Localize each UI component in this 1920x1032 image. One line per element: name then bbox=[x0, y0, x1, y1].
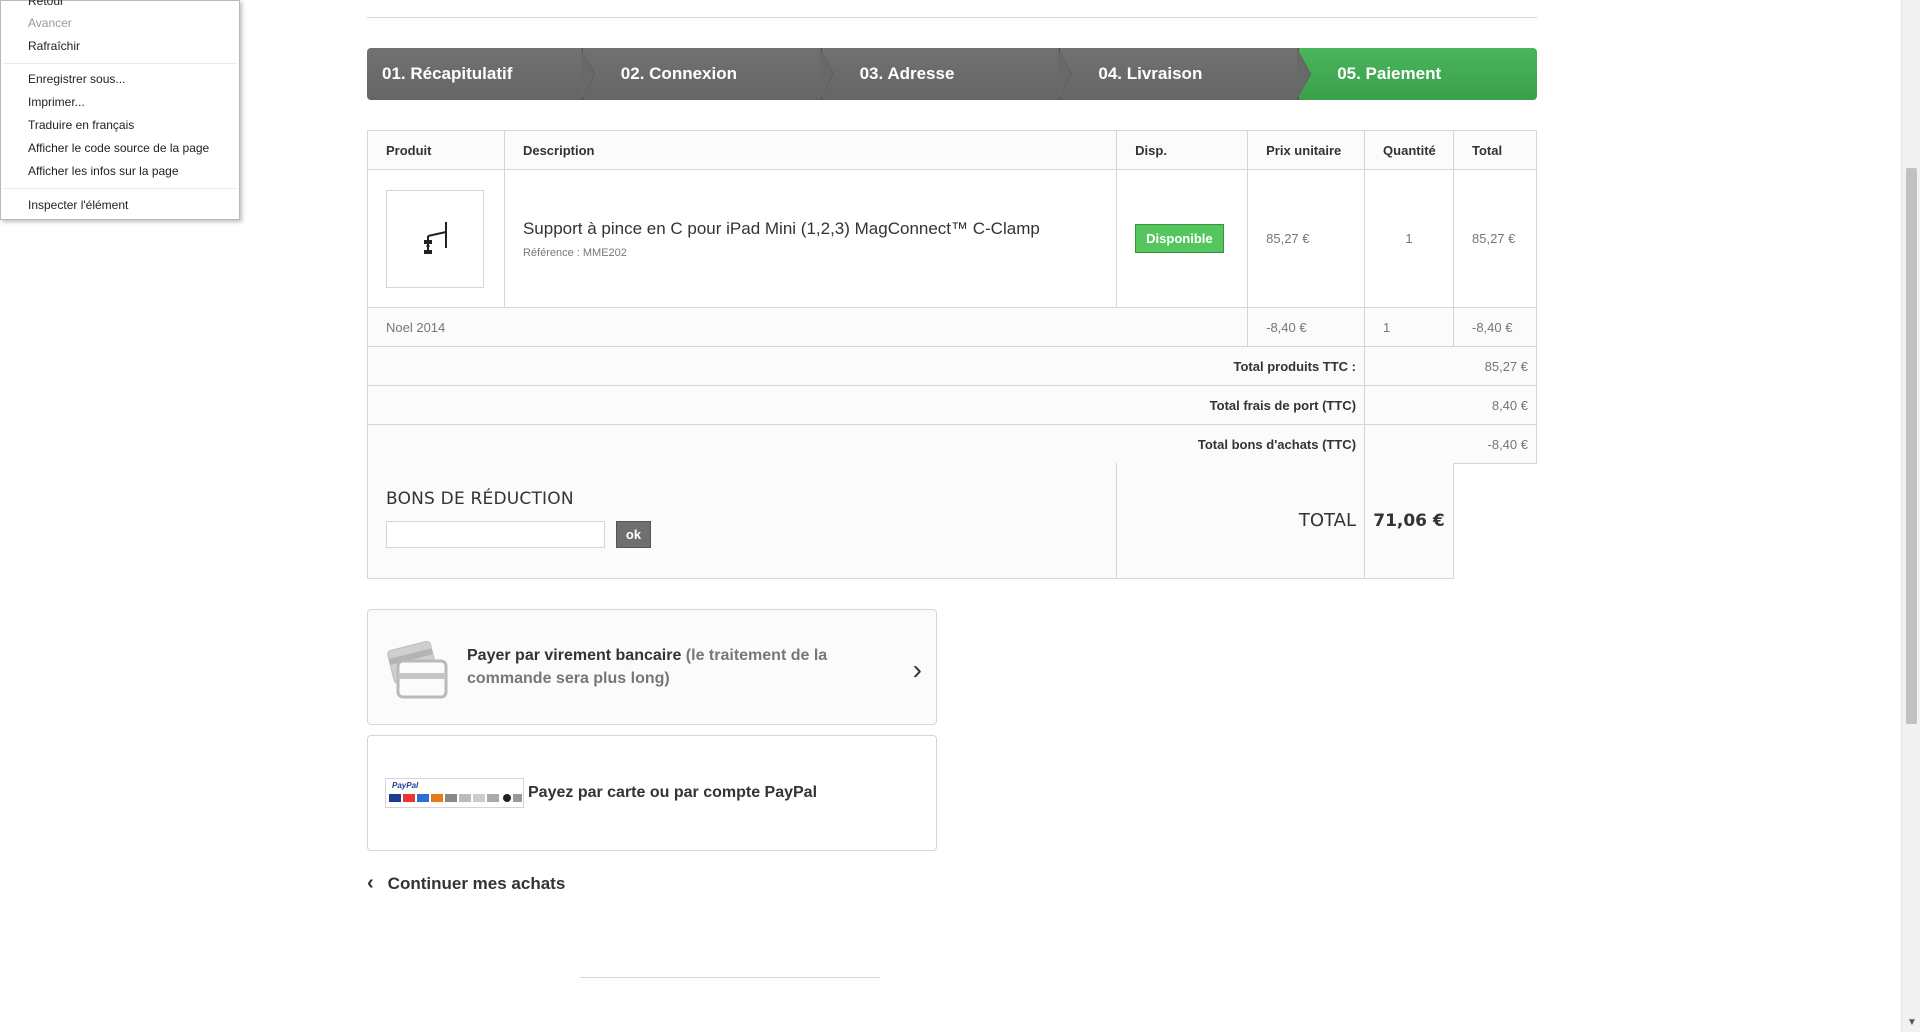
bankwire-main-text: Payer par virement bancaire bbox=[467, 647, 682, 664]
checkout-page: 01. Récapitulatif 02. Connexion 03. Adre… bbox=[0, 0, 1920, 1032]
chevron-right-icon: › bbox=[912, 654, 922, 685]
total-shipping-value: 8,40 € bbox=[1364, 385, 1537, 425]
context-menu-item-forward: Avancer bbox=[28, 16, 72, 30]
step-address[interactable]: 03. Adresse bbox=[821, 48, 1073, 100]
voucher-title: BONS DE RÉDUCTION bbox=[386, 489, 574, 509]
cart-summary-table: Produit Description Disp. Prix unitaire … bbox=[366, 130, 1537, 464]
header-product: Produit bbox=[367, 130, 505, 170]
bankwire-payment-option[interactable]: Payer par virement bancaire (le traiteme… bbox=[367, 609, 937, 725]
total-products-value: 85,27 € bbox=[1364, 346, 1537, 386]
step-label: 05. Paiement bbox=[1337, 64, 1442, 83]
step-login[interactable]: 02. Connexion bbox=[582, 48, 834, 100]
total-vouchers-label: Total bons d'achats (TTC) bbox=[366, 424, 1366, 464]
context-menu-item-back[interactable]: Retour bbox=[28, 0, 64, 9]
step-label: 04. Livraison bbox=[1098, 64, 1203, 83]
header-unit-price: Prix unitaire bbox=[1247, 130, 1366, 170]
total-products-label: Total produits TTC : bbox=[366, 346, 1366, 386]
total-vouchers-row: Total bons d'achats (TTC) -8,40 € bbox=[366, 424, 1537, 464]
paypal-label: Payez par carte ou par compte PayPal bbox=[528, 784, 818, 801]
product-description-cell: Support à pince en C pour iPad Mini (1,2… bbox=[503, 169, 1118, 308]
product-name-link[interactable]: Support à pince en C pour iPad Mini (1,2… bbox=[523, 219, 1116, 239]
voucher-form: ok bbox=[386, 521, 1098, 548]
voucher-total-block: BONS DE RÉDUCTION ok TOTAL 71,06 € bbox=[367, 463, 1454, 579]
header-description: Description bbox=[503, 130, 1118, 170]
page-scrollbar[interactable]: ▼ bbox=[1901, 0, 1920, 1032]
total-cell: 85,27 € bbox=[1453, 169, 1537, 308]
grand-total-label: TOTAL bbox=[1117, 463, 1365, 579]
header-quantity: Quantité bbox=[1364, 130, 1454, 170]
browser-context-menu: Retour Avancer Rafraîchir Enregistrer so… bbox=[0, 0, 240, 220]
voucher-ok-button[interactable]: ok bbox=[616, 521, 651, 548]
header-availability: Disp. bbox=[1116, 130, 1249, 170]
step-label: 02. Connexion bbox=[620, 64, 737, 83]
continue-shopping-link[interactable]: ‹ Continuer mes achats bbox=[367, 872, 565, 895]
context-menu-item-print[interactable]: Imprimer... bbox=[28, 94, 85, 110]
quantity-cell: 1 bbox=[1364, 169, 1454, 308]
bottom-divider bbox=[580, 977, 880, 978]
total-shipping-row: Total frais de port (TTC) 8,40 € bbox=[366, 385, 1537, 425]
discount-row: Noel 2014 -8,40 € 1 -8,40 € bbox=[366, 307, 1537, 347]
scroll-down-arrow-icon[interactable]: ▼ bbox=[1907, 1017, 1917, 1028]
top-divider bbox=[367, 17, 1537, 18]
step-label: 01. Récapitulatif bbox=[382, 64, 513, 83]
table-header-row: Produit Description Disp. Prix unitaire … bbox=[367, 130, 1537, 170]
total-products-row: Total produits TTC : 85,27 € bbox=[366, 346, 1537, 386]
context-menu-item-translate[interactable]: Traduire en français bbox=[28, 117, 134, 133]
context-menu-item-reload[interactable]: Rafraîchir bbox=[28, 38, 80, 54]
step-payment: 05. Paiement bbox=[1299, 48, 1537, 100]
total-shipping-label: Total frais de port (TTC) bbox=[366, 385, 1366, 425]
paypal-logo-text: PayPal bbox=[392, 781, 419, 790]
discount-quantity: 1 bbox=[1364, 307, 1454, 347]
discount-name: Noel 2014 bbox=[366, 307, 1249, 347]
step-label: 03. Adresse bbox=[859, 64, 955, 83]
context-menu-item-inspect[interactable]: Inspecter l'élément bbox=[28, 197, 128, 213]
continue-shopping-label: Continuer mes achats bbox=[387, 873, 566, 893]
context-menu-item-save-as[interactable]: Enregistrer sous... bbox=[28, 71, 125, 87]
scrollbar-thumb[interactable] bbox=[1906, 168, 1917, 724]
voucher-section: BONS DE RÉDUCTION ok bbox=[367, 463, 1117, 579]
total-vouchers-value: -8,40 € bbox=[1364, 424, 1537, 464]
context-menu-separator bbox=[3, 188, 237, 189]
header-total: Total bbox=[1453, 130, 1537, 170]
clamp-product-icon bbox=[424, 221, 447, 254]
product-image-cell bbox=[367, 169, 505, 308]
context-menu-item-view-source[interactable]: Afficher le code source de la page bbox=[28, 140, 209, 156]
chevron-left-icon: ‹ bbox=[367, 872, 374, 894]
bankwire-label: Payer par virement bancaire (le traiteme… bbox=[467, 644, 897, 690]
voucher-code-input[interactable] bbox=[386, 521, 605, 548]
context-menu-item-page-info[interactable]: Afficher les infos sur la page bbox=[28, 163, 179, 179]
paypal-payment-option[interactable]: PayPal Payez par carte ou par compte Pay… bbox=[367, 735, 937, 851]
table-row: Support à pince en C pour iPad Mini (1,2… bbox=[367, 169, 1537, 308]
grand-total-value: 71,06 € bbox=[1365, 463, 1454, 579]
product-reference: Référence : MME202 bbox=[522, 246, 627, 259]
product-thumbnail[interactable] bbox=[386, 189, 484, 288]
card-brands-icon bbox=[389, 794, 522, 802]
availability-badge: Disponible bbox=[1135, 224, 1224, 253]
checkout-steps: 01. Récapitulatif 02. Connexion 03. Adre… bbox=[367, 48, 1537, 100]
step-shipping[interactable]: 04. Livraison bbox=[1060, 48, 1312, 100]
credit-card-icon bbox=[387, 640, 448, 699]
paypal-logo: PayPal bbox=[385, 778, 524, 808]
discount-total: -8,40 € bbox=[1453, 307, 1537, 347]
context-menu-separator bbox=[3, 63, 237, 64]
step-summary[interactable]: 01. Récapitulatif bbox=[367, 48, 595, 100]
availability-cell: Disponible bbox=[1116, 169, 1249, 308]
unit-price-cell: 85,27 € bbox=[1247, 169, 1366, 308]
discount-unit-price: -8,40 € bbox=[1247, 307, 1366, 347]
